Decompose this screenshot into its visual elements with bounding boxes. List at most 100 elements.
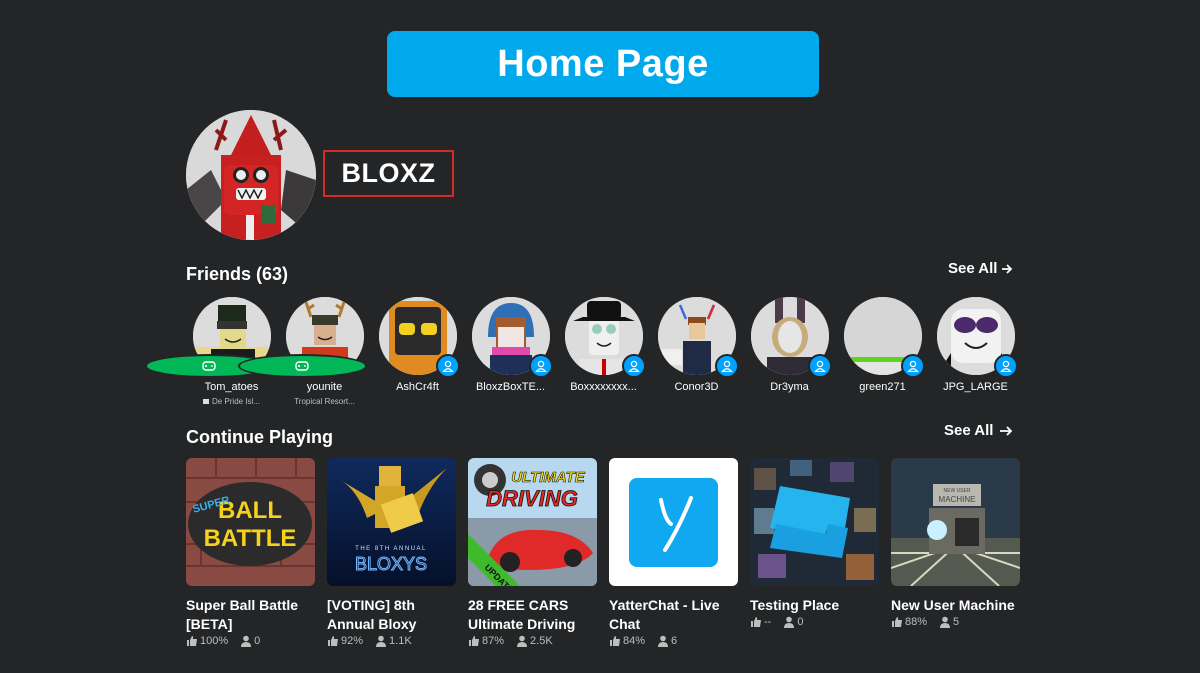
game-title[interactable]: New User Machine [891,596,1020,615]
friend-avatar[interactable] [378,297,460,378]
players-icon [517,635,528,647]
friend-item[interactable]: Tom_atoes De Pride Isl... [144,297,274,406]
game-rating: 88% [905,616,928,628]
game-card[interactable]: YatterChat - Live Chat 84% 6 [609,458,738,647]
thumbs-up-icon [751,617,761,627]
thumbs-up-icon [469,636,479,646]
online-status-icon [807,354,832,378]
friend-item[interactable]: AshCr4ft [378,297,460,406]
game-rating: 84% [623,635,646,647]
game-stats: 100% 0 [186,635,315,647]
friend-item[interactable]: Conor3D [657,297,739,406]
friend-name: younite [306,381,343,393]
game-stats: 88% 5 [891,616,1020,628]
friend-item[interactable]: Dr3yma [750,297,832,406]
game-player-count: 2.5K [530,635,553,647]
game-thumbnail[interactable]: BALL BATTLE SUPER [186,458,315,586]
friend-item[interactable]: Boxxxxxxxx... [564,297,646,406]
game-rating: 87% [482,635,505,647]
game-thumbnail[interactable] [750,458,879,586]
game-title[interactable]: Super Ball Battle [BETA] [186,596,315,634]
friend-name: Boxxxxxxxx... [570,381,637,393]
friend-name: AshCr4ft [396,381,439,393]
game-stats: 84% 6 [609,635,738,647]
arrow-right-icon [1002,263,1013,274]
friend-location[interactable]: Tropical Resort... [294,397,355,406]
game-rating: -- [764,616,772,628]
friends-see-all-link[interactable]: See All [948,260,1013,277]
friend-avatar[interactable] [843,297,925,378]
thumbs-up-icon [187,636,197,646]
in-game-status-icon [237,354,367,378]
game-player-count: 1.1K [389,635,412,647]
friend-avatar[interactable] [564,297,646,378]
friend-location[interactable]: De Pride Isl... [202,397,260,406]
friends-list: Tom_atoes De Pride Isl... younite Tropic… [144,297,1018,406]
profile-avatar[interactable] [186,110,316,240]
username-label: BLOXZ [323,150,454,197]
friends-section-title: Friends (63) [186,264,289,284]
friend-name: Dr3yma [770,381,809,393]
game-stats: 87% 2.5K [468,635,597,647]
game-player-count: 0 [254,635,261,647]
friend-avatar[interactable] [237,297,367,378]
game-card[interactable]: BALL BATTLE SUPER Super Ball Battle [BET… [186,458,315,647]
svg-text:BLOXYS: BLOXYS [355,554,427,574]
svg-text:BATTLE: BATTLE [204,525,297,552]
online-status-icon [714,354,739,378]
thumbs-up-icon [892,617,902,627]
friend-item[interactable]: JPG_LARGE [936,297,1018,406]
game-thumbnail[interactable]: NEW USER MACHINE [891,458,1020,586]
online-status-icon [621,354,646,378]
friend-name: JPG_LARGE [943,381,1008,393]
game-card[interactable]: THE 8TH ANNUAL BLOXYS [VOTING] 8th Annua… [327,458,456,647]
friend-item[interactable]: younite Tropical Resort... [237,297,367,406]
game-stats: 92% 1.1K [327,635,456,647]
thumbs-up-icon [610,636,620,646]
friend-name: Conor3D [674,381,719,393]
players-icon [658,635,669,647]
game-card[interactable]: Testing Place -- 0 [750,458,879,647]
friend-item[interactable]: green271 [843,297,925,406]
see-all-label: See All [948,260,998,277]
game-title[interactable]: [VOTING] 8th Annual Bloxy [327,596,456,634]
games-list: BALL BATTLE SUPER Super Ball Battle [BET… [186,458,1020,647]
game-rating: 100% [200,635,229,647]
friend-avatar[interactable] [471,297,553,378]
game-card[interactable]: ULTIMATE DRIVING UPDATE 28 FREE CARS Ult… [468,458,597,647]
home-page-banner: Home Page [387,31,819,97]
friend-avatar[interactable] [936,297,1018,378]
flag-icon [202,399,209,404]
svg-text:NEW USER: NEW USER [944,488,971,494]
continue-playing-see-all-link[interactable]: See All [944,422,1013,439]
game-title[interactable]: Testing Place [750,596,879,615]
friend-name: Tom_atoes [204,381,259,393]
friend-avatar[interactable] [750,297,832,378]
online-status-icon [528,354,553,378]
players-icon [940,616,951,628]
svg-text:DRIVING: DRIVING [486,486,578,511]
see-all-label: See All [944,422,994,439]
friend-item[interactable]: BloxzBoxTE... [471,297,553,406]
online-status-icon [435,354,460,378]
game-player-count: 0 [797,616,804,628]
players-icon [241,635,252,647]
svg-text:ULTIMATE: ULTIMATE [511,469,586,486]
game-thumbnail[interactable]: ULTIMATE DRIVING UPDATE [468,458,597,586]
game-title[interactable]: YatterChat - Live Chat [609,596,738,634]
game-rating: 92% [341,635,364,647]
game-player-count: 6 [671,635,678,647]
friend-avatar[interactable] [657,297,739,378]
svg-text:MACHINE: MACHINE [939,495,976,504]
online-status-icon [993,354,1018,378]
game-stats: -- 0 [750,616,879,628]
svg-text:THE 8TH ANNUAL: THE 8TH ANNUAL [355,546,427,552]
game-title[interactable]: 28 FREE CARS Ultimate Driving [468,596,597,634]
arrow-right-icon [1000,425,1013,436]
continue-playing-title: Continue Playing [186,427,334,447]
game-card[interactable]: NEW USER MACHINE New User Machine 88% 5 [891,458,1020,647]
game-thumbnail[interactable] [609,458,738,586]
players-icon [784,616,795,628]
game-thumbnail[interactable]: THE 8TH ANNUAL BLOXYS [327,458,456,586]
players-icon [376,635,387,647]
